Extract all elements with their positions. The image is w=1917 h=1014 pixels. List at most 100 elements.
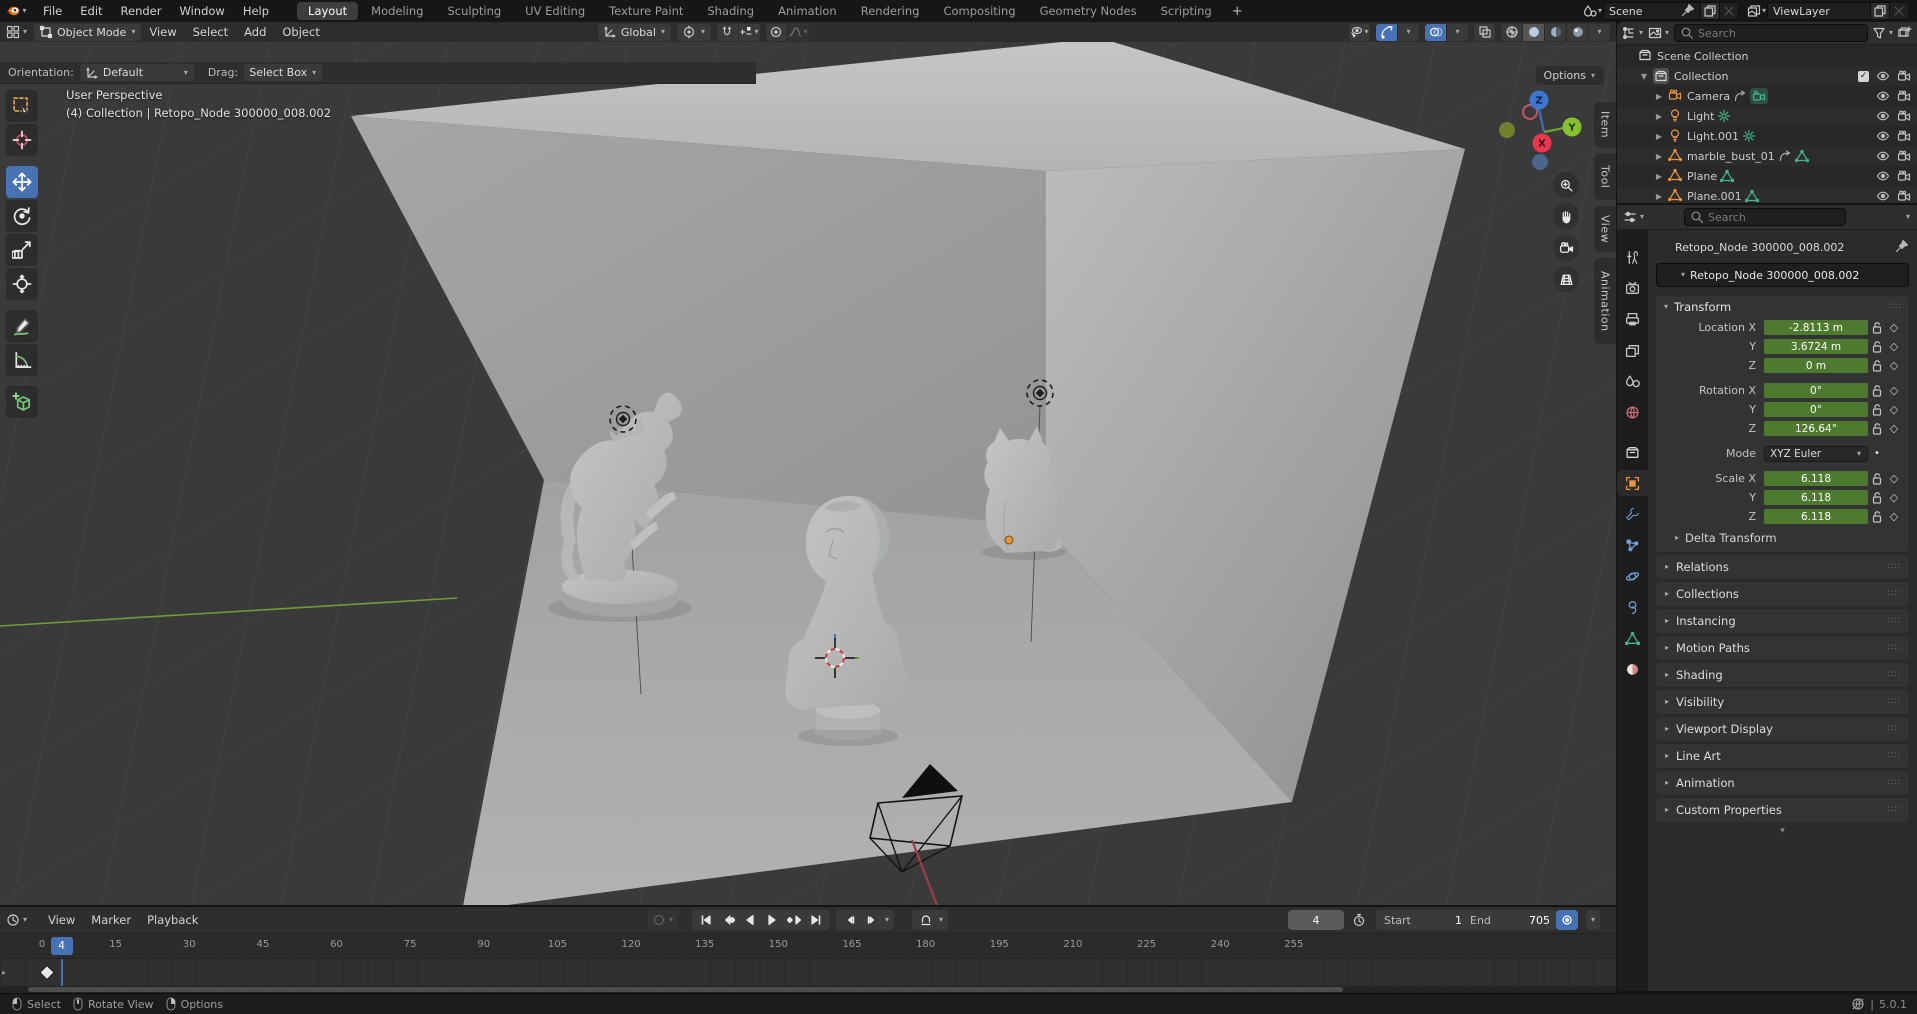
axis-gizmo[interactable]: Z Y X [1497,80,1593,190]
rotation-mode-dropdown[interactable]: XYZ Euler▾ [1764,446,1868,462]
properties-tab-view-layer[interactable] [1617,337,1648,363]
snap-settings-dropdown[interactable]: ▾ [738,24,760,41]
shading-material-button[interactable] [1544,24,1566,41]
viewport-menu-object[interactable]: Object [274,25,327,39]
outliner-row-plane[interactable]: ▶Plane [1617,166,1917,186]
keyframe-diamond-icon[interactable]: ◇ [1885,472,1903,485]
value-field[interactable]: 0° [1764,402,1868,417]
keyframe-diamond-icon[interactable]: ◇ [1885,340,1903,353]
properties-tab-render[interactable] [1617,275,1648,301]
sidebar-tab-item[interactable]: Item [1594,102,1616,148]
playhead[interactable] [61,959,63,986]
sidebar-tab-tool[interactable]: Tool [1594,154,1616,200]
value-field[interactable]: 0 m [1764,358,1868,373]
new-scene-button[interactable] [1701,2,1720,20]
xray-toggle[interactable] [1474,24,1495,41]
scene-name-field[interactable]: Scene [1603,2,1701,20]
expander-icon[interactable]: ▶ [1653,92,1665,101]
keyframe-diamond-icon[interactable]: ◇ [1885,491,1903,504]
playback-sync-button[interactable]: ▾ [648,910,678,930]
keyframe-diamond-icon[interactable]: ◇ [1885,321,1903,334]
keyframe-diamond-icon[interactable]: ◇ [1885,422,1903,435]
camera-restrict-icon[interactable] [1897,149,1911,163]
drag-dropdown[interactable]: Select Box▾ [244,64,322,81]
tool-rotate-button[interactable] [6,200,38,232]
panel-grip[interactable]: ∷∷ [1889,302,1902,312]
expander-icon[interactable]: ▶ [1653,172,1665,181]
camera-restrict-icon[interactable] [1897,189,1911,203]
workspace-tab-geometry-nodes[interactable]: Geometry Nodes [1029,2,1148,20]
transform-panel-header[interactable]: ▾ Transform ∷∷ [1656,296,1909,318]
frame-back-button[interactable] [840,911,860,929]
hide-eye-icon[interactable] [1876,129,1890,143]
value-field[interactable]: 6.118 [1764,490,1868,505]
breadcrumb-object-name[interactable]: Retopo_Node 300000_008.002 [1675,241,1844,254]
menu-help[interactable]: Help [234,0,278,22]
object-name-field[interactable]: ▾ Retopo_Node 300000_008.002 [1656,263,1909,287]
falloff-dropdown[interactable]: ▾ [787,24,809,41]
new-viewlayer-button[interactable] [1871,2,1890,20]
shading-wireframe-button[interactable] [1501,24,1522,41]
panel-grip[interactable]: ∷∷ [1888,724,1901,734]
workspace-tab-modeling[interactable]: Modeling [360,2,434,20]
panel-grip[interactable]: ∷∷ [1888,778,1901,788]
delete-viewlayer-button[interactable] [1890,2,1909,20]
properties-tab-collection[interactable] [1617,439,1648,465]
panel-grip[interactable]: ∷∷ [1888,589,1901,599]
shading-rendered-button[interactable] [1566,24,1588,41]
timeline-tracks[interactable]: ▸ [0,959,1616,986]
frame-forward-button[interactable] [862,911,882,929]
panel-visibility[interactable]: ▸Visibility∷∷ [1656,690,1909,714]
workspace-tab-shading[interactable]: Shading [696,2,765,20]
workspace-tab-texture-paint[interactable]: Texture Paint [598,2,694,20]
properties-tab-modifiers[interactable] [1617,501,1648,527]
panel-grip[interactable]: ∷∷ [1888,697,1901,707]
panel-line-art[interactable]: ▸Line Art∷∷ [1656,744,1909,768]
menu-file[interactable]: File [34,0,71,22]
camera-restrict-icon[interactable] [1897,129,1911,143]
value-field[interactable]: 126.64° [1764,421,1868,436]
pivot-dropdown[interactable]: ▾ [677,24,711,41]
keying-dropdown[interactable]: ▾ [1586,910,1600,930]
expander-icon[interactable]: ▶ [1653,192,1665,201]
play-button[interactable] [762,911,782,929]
keyframe-diamond[interactable] [39,965,55,981]
properties-tab-scene[interactable] [1617,368,1648,394]
chevron-down-icon[interactable]: ▾ [1598,7,1602,15]
menu-edit[interactable]: Edit [71,0,111,22]
workspace-tab-rendering[interactable]: Rendering [850,2,931,20]
properties-options-dropdown[interactable]: ▾ [1906,213,1910,221]
outliner-row-camera[interactable]: ▶Camera [1617,86,1917,106]
menu-render[interactable]: Render [112,0,171,22]
play-reverse-button[interactable] [740,911,760,929]
panel-grip[interactable]: ∷∷ [1888,805,1901,815]
pin-icon[interactable] [1681,3,1695,17]
sidebar-tab-view[interactable]: View [1594,206,1616,252]
use-preview-range-button[interactable] [1352,910,1366,930]
jump-to-end-button[interactable] [806,911,826,929]
hide-eye-icon[interactable] [1876,69,1890,83]
tool-transform-button[interactable] [6,268,38,300]
orientation-dropdown[interactable]: Global▾ [598,24,671,41]
expander-icon[interactable]: ▼ [1638,72,1650,81]
start-frame-field[interactable]: Start 1 [1376,910,1470,930]
tool-scale-button[interactable] [6,234,38,266]
camera-restrict-icon[interactable] [1897,109,1911,123]
scrollbar-thumb[interactable] [28,987,1343,992]
channel-expand-icon[interactable]: ▸ [2,968,6,977]
value-field[interactable]: 6.118 [1764,471,1868,486]
properties-tab-physics[interactable] [1617,563,1648,589]
next-keyframe-button[interactable] [784,911,804,929]
properties-tab-data[interactable] [1617,625,1648,651]
properties-tab-constraints[interactable] [1617,594,1648,620]
ortho-toggle-button[interactable] [1553,266,1579,292]
current-frame-marker[interactable]: 4 [51,937,73,955]
outliner-row-light-001[interactable]: ▶Light.001 [1617,126,1917,146]
camera-restrict-icon[interactable] [1897,89,1911,103]
outliner-search-input[interactable]: Search [1674,24,1868,42]
properties-tab-object[interactable] [1617,470,1648,496]
camera-restrict-icon[interactable] [1897,69,1911,83]
tool-measure-button[interactable] [6,344,38,376]
snap-toggle[interactable] [717,24,738,41]
lock-open-icon[interactable] [1870,321,1884,335]
